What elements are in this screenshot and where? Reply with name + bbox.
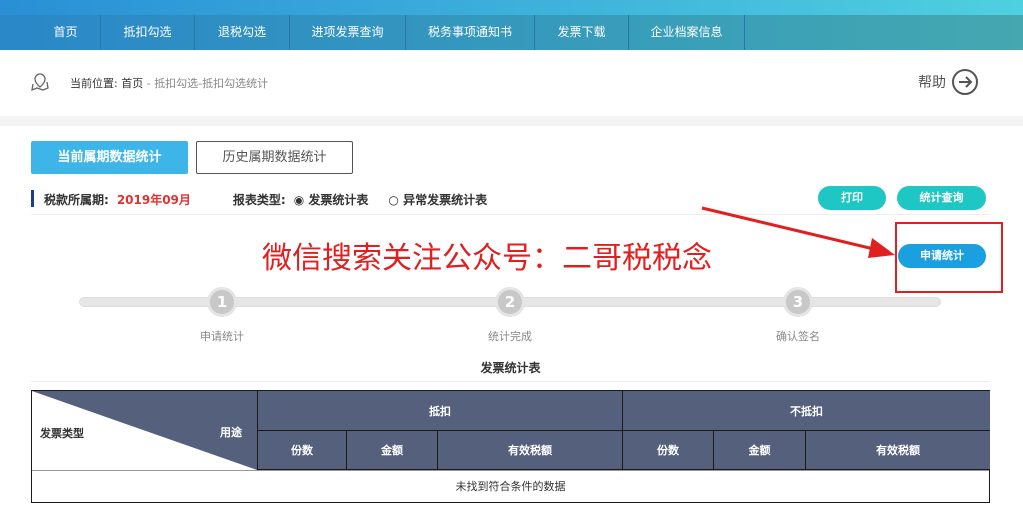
section-marker	[31, 190, 34, 207]
breadcrumb-label: 当前位置:	[70, 77, 118, 90]
step-3: 3	[783, 287, 813, 317]
tab-history-period[interactable]: 历史属期数据统计	[196, 141, 353, 174]
col-count: 份数	[257, 431, 347, 470]
divider	[31, 381, 990, 382]
table-title: 发票统计表	[480, 361, 541, 375]
breadcrumb-path: 抵扣勾选-抵扣勾选统计	[154, 77, 269, 90]
col-amount: 金额	[347, 431, 438, 470]
period-label: 税款所属期:	[44, 193, 109, 207]
col-count-2: 份数	[623, 431, 714, 470]
nav-invoice-download[interactable]: 发票下载	[535, 15, 629, 50]
stats-query-button[interactable]: 统计查询	[897, 186, 986, 210]
nav-tax-notice[interactable]: 税务事项通知书	[406, 15, 535, 50]
radio-invoice-stats-label: 发票统计表	[308, 193, 369, 207]
watermark-text: 微信搜索关注公众号：二哥税税念	[262, 241, 712, 276]
radio-abnormal-invoice-stats[interactable]: ○ 异常发票统计表	[388, 191, 487, 208]
apply-stats-button[interactable]: 申请统计	[898, 244, 986, 268]
col-valid-tax: 有效税额	[438, 431, 623, 470]
top-gradient-bar	[0, 0, 1023, 15]
help-link[interactable]: 帮助	[918, 72, 946, 92]
col-valid-tax-2: 有效税额	[806, 431, 990, 470]
filter-row: 税款所属期: 2019年09月 报表类型: ◉ 发票统计表 ○ 异常发票统计表	[44, 191, 487, 208]
report-type-label: 报表类型:	[232, 193, 286, 207]
breadcrumb-sep: -	[143, 77, 155, 90]
step-2-label: 统计完成	[488, 330, 532, 343]
step-1: 1	[207, 287, 237, 317]
red-arrow-annotation	[701, 206, 895, 258]
nav-deduction-check[interactable]: 抵扣勾选	[101, 15, 195, 50]
breadcrumb-home[interactable]: 首页	[121, 77, 143, 90]
tab-current-period[interactable]: 当前属期数据统计	[31, 141, 188, 174]
radio-abnormal-label: 异常发票统计表	[403, 193, 488, 207]
breadcrumb-bar: 当前位置: 首页 - 抵扣勾选-抵扣勾选统计 帮助	[0, 50, 1023, 116]
nav-company-profile[interactable]: 企业档案信息	[629, 15, 745, 50]
arrow-right-circle-icon[interactable]	[951, 68, 979, 96]
nav-home[interactable]: 首页	[31, 15, 101, 50]
radio-invoice-stats[interactable]: ◉ 发票统计表	[294, 191, 369, 208]
header-no-deduct: 不抵扣	[623, 391, 990, 431]
main-nav: 首页 抵扣勾选 退税勾选 进项发票查询 税务事项通知书 发票下载 企业档案信息	[0, 15, 1023, 50]
divider	[0, 116, 1023, 126]
breadcrumb: 当前位置: 首页 - 抵扣勾选-抵扣勾选统计	[70, 75, 268, 91]
step-2: 2	[495, 287, 525, 317]
col-amount-2: 金额	[714, 431, 806, 470]
empty-row: 未找到符合条件的数据	[32, 470, 989, 502]
step-3-label: 确认签名	[776, 330, 820, 343]
corner-invoice-type: 发票类型	[40, 427, 84, 440]
header-deduct: 抵扣	[257, 391, 623, 431]
location-icon	[31, 73, 49, 92]
step-1-label: 申请统计	[200, 330, 244, 343]
nav-refund-check[interactable]: 退税勾选	[195, 15, 290, 50]
invoice-stats-table: 发票类型 用途 抵扣 不抵扣 份数 金额 有效税额 份数 金额 有效税额 未找到…	[31, 390, 990, 503]
corner-usage: 用途	[220, 426, 242, 439]
period-value: 2019年09月	[116, 193, 191, 207]
nav-input-invoice-query[interactable]: 进项发票查询	[290, 15, 406, 50]
